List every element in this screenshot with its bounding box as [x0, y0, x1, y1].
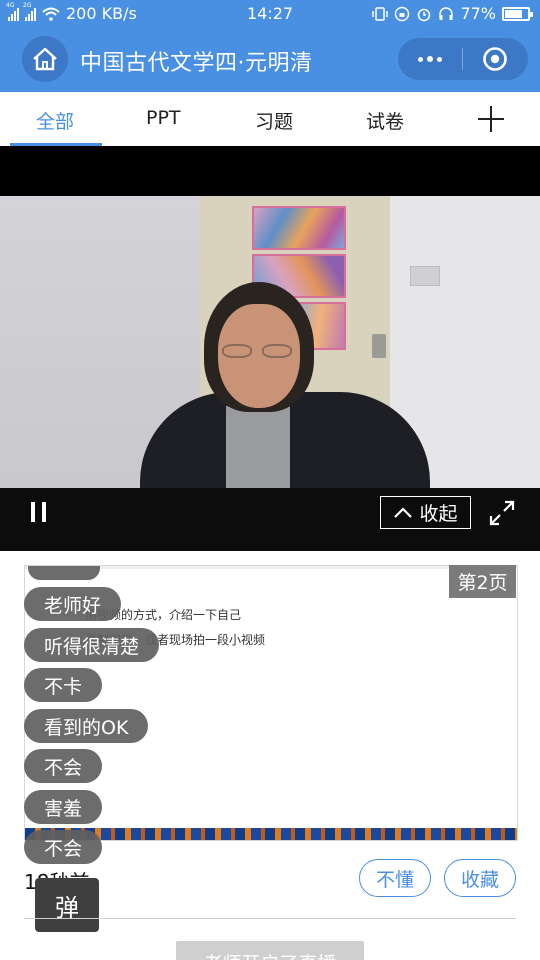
page-number-badge: 第2页	[449, 565, 516, 598]
more-dot-icon	[437, 56, 442, 62]
dont-understand-button[interactable]: 不懂	[359, 859, 431, 897]
lock-rotation-icon	[395, 6, 410, 21]
danmaku-bubble: 不会	[24, 830, 103, 864]
favorite-button[interactable]: 收藏	[444, 859, 516, 897]
divider	[24, 918, 516, 919]
presenter-glasses	[222, 344, 296, 360]
close-mini-program-button[interactable]	[463, 38, 527, 80]
collapse-button[interactable]: 收起	[380, 496, 471, 529]
video-presenter	[140, 282, 430, 496]
target-close-icon	[483, 47, 507, 71]
danmaku-bubble: 老师好	[24, 587, 122, 621]
danmaku-bubble: 不卡	[24, 668, 103, 702]
presenter-shirt	[226, 406, 290, 496]
app-root: 4G 2G 200 KB/s 14:27 77% 中国古代文学四·元明清 全部 …	[0, 0, 540, 960]
fullscreen-icon[interactable]	[489, 500, 515, 526]
danmaku-bubble: 看到的OK	[24, 709, 149, 743]
live-status-button[interactable]: 老师开启了直播	[176, 941, 364, 960]
battery-icon	[502, 6, 533, 21]
danmaku-bubble: 听得很清楚	[24, 628, 160, 662]
danmaku-bubble: 不会	[24, 749, 103, 783]
vibrate-icon	[372, 6, 389, 21]
alarm-icon	[418, 8, 431, 21]
tab-all[interactable]: 全部	[36, 107, 74, 134]
battery-percent: 77%	[460, 4, 496, 23]
tab-ppt[interactable]: PPT	[146, 107, 181, 129]
pause-icon[interactable]	[30, 502, 48, 522]
danmaku-bubble-partial	[28, 566, 100, 580]
chevron-up-icon	[394, 506, 413, 518]
video-player[interactable]: 收起	[0, 146, 540, 551]
mini-program-capsule	[398, 38, 528, 80]
video-poster	[252, 206, 346, 250]
video-frame	[0, 196, 540, 496]
more-dot-icon	[427, 56, 433, 62]
tab-exercises[interactable]: 习题	[255, 107, 293, 134]
collapse-label: 收起	[419, 503, 458, 525]
headphones-icon	[439, 6, 454, 20]
danmaku-bubble: 害羞	[24, 790, 103, 824]
tab-exams[interactable]: 试卷	[366, 107, 404, 134]
home-icon	[33, 47, 57, 71]
home-button[interactable]	[22, 36, 68, 82]
video-controls: 收起	[0, 488, 540, 551]
status-bar: 4G 2G 200 KB/s 14:27 77%	[0, 0, 540, 28]
title-bar: 中国古代文学四·元明清	[0, 28, 540, 92]
page-title: 中国古代文学四·元明清	[80, 51, 313, 76]
danmaku-toggle-button[interactable]: 弹	[35, 878, 99, 932]
tab-bar: 全部 PPT 习题 试卷	[0, 92, 540, 146]
add-tab-plus-icon[interactable]	[477, 105, 505, 133]
status-right: 77%	[372, 4, 533, 23]
more-dot-icon	[418, 56, 423, 62]
more-button[interactable]	[398, 38, 462, 80]
